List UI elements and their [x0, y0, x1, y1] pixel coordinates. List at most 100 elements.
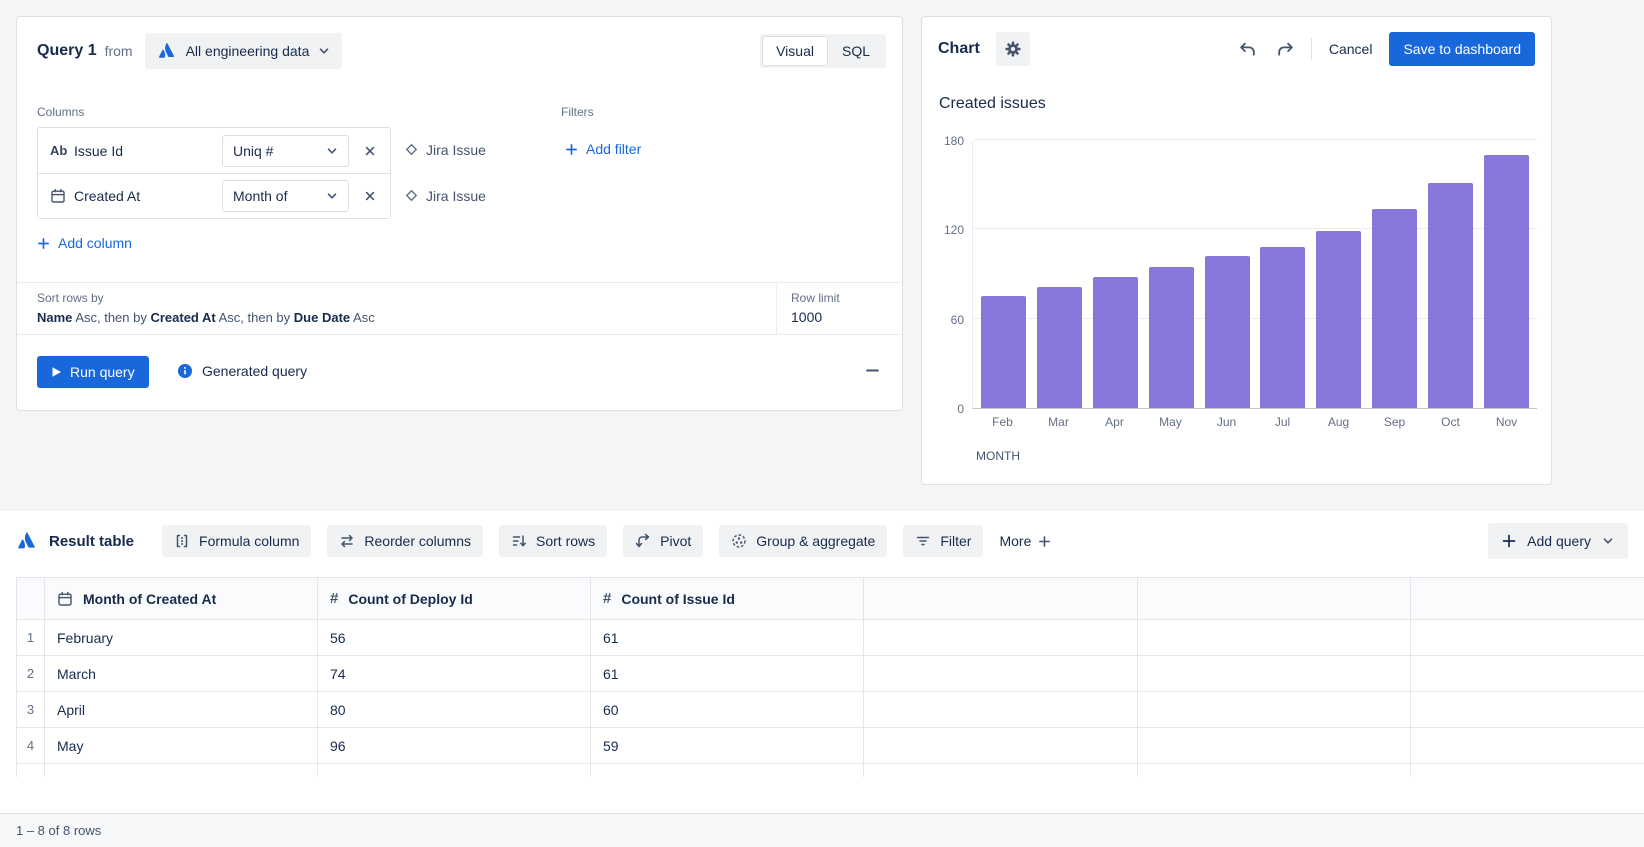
table-status-bar: 1 – 8 of 8 rows [0, 813, 1644, 847]
table-cell[interactable]: 58 [591, 764, 864, 778]
row-number: 4 [17, 728, 45, 764]
formula-column-icon [174, 533, 190, 549]
undo-icon [1238, 40, 1257, 59]
table-cell[interactable]: 96 [318, 728, 591, 764]
add-query-button[interactable]: Add query [1488, 523, 1628, 559]
bar-mar[interactable] [1037, 287, 1082, 408]
query-panel: Query 1 from All engineering data Visual… [16, 16, 903, 411]
column-header-label: Count of Deploy Id [348, 591, 472, 607]
chart-header: Chart Cancel Save to dashboard [938, 31, 1535, 67]
table-cell[interactable]: 60 [591, 692, 864, 728]
table-cell[interactable]: 56 [318, 620, 591, 656]
collapse-panel-button[interactable] [863, 361, 882, 380]
add-filter-button[interactable]: Add filter [565, 141, 641, 157]
divider [776, 283, 777, 334]
table-cell[interactable]: June [45, 764, 318, 778]
result-section: Result table Formula column Reorder colu… [0, 511, 1644, 847]
empty-cell [864, 620, 1138, 656]
aggregation-select[interactable]: Uniq # [222, 135, 349, 167]
datasource-dropdown[interactable]: All engineering data [145, 33, 343, 69]
table-row: 4May9659 [17, 728, 1644, 764]
gridline [973, 139, 1537, 140]
bar-feb[interactable] [981, 296, 1026, 408]
table-cell[interactable]: April [45, 692, 318, 728]
bar-sep[interactable] [1372, 209, 1417, 409]
plus-icon [565, 143, 578, 156]
chart-settings-button[interactable] [996, 32, 1030, 66]
column-header-label: Count of Issue Id [621, 591, 735, 607]
x-axis-tick-label: Feb [980, 415, 1025, 429]
x-axis-tick-label: Aug [1316, 415, 1361, 429]
column-source: Jira Issue [405, 127, 486, 172]
close-icon [364, 145, 376, 157]
sort-rows-label: Sort rows [536, 533, 595, 549]
tab-visual[interactable]: Visual [762, 36, 828, 66]
remove-column-button[interactable] [362, 143, 378, 159]
column-header[interactable]: #Count of Deploy Id [318, 578, 591, 620]
empty-cell [1411, 692, 1644, 728]
result-table-title: Result table [49, 533, 134, 550]
reorder-columns-label: Reorder columns [364, 533, 471, 549]
sort-rows-button[interactable]: Sort rows [499, 525, 607, 557]
more-button[interactable]: More [999, 533, 1051, 549]
chevron-down-icon [318, 45, 330, 57]
table-cell[interactable]: 74 [318, 656, 591, 692]
bar-nov[interactable] [1484, 155, 1529, 408]
query-columns-box: AbIssue IdUniq #Created AtMonth of [37, 127, 391, 219]
column-header[interactable]: Month of Created At [45, 578, 318, 620]
table-cell[interactable]: February [45, 620, 318, 656]
x-axis-tick-label: Nov [1484, 415, 1529, 429]
sort-description: Name Asc, then by Created At Asc, then b… [37, 310, 375, 325]
column-header[interactable]: # Count of Issue Id [591, 578, 864, 620]
column-name: Created At [74, 188, 222, 204]
table-cell[interactable]: 80 [318, 692, 591, 728]
pivot-button[interactable]: Pivot [623, 525, 703, 557]
table-cell[interactable]: May [45, 728, 318, 764]
table-cell[interactable]: 59 [591, 728, 864, 764]
aggregation-select[interactable]: Month of [222, 180, 349, 212]
tab-sql[interactable]: SQL [828, 36, 884, 66]
atlassian-logo-icon [16, 530, 38, 552]
table-cell[interactable]: March [45, 656, 318, 692]
add-column-button[interactable]: Add column [37, 235, 132, 251]
table-row: 5June10058 [17, 764, 1644, 778]
generated-query[interactable]: Generated query [177, 363, 307, 379]
save-to-dashboard-button[interactable]: Save to dashboard [1389, 32, 1535, 66]
query-column-row: Created AtMonth of [38, 173, 390, 218]
table-cell[interactable]: 61 [591, 656, 864, 692]
redo-icon [1276, 40, 1295, 59]
app-root: Query 1 from All engineering data Visual… [0, 0, 1644, 847]
reorder-columns-button[interactable]: Reorder columns [327, 525, 483, 557]
redo-button[interactable] [1273, 37, 1298, 62]
empty-cell [864, 764, 1138, 778]
number-type-icon: # [603, 590, 611, 607]
bar-may[interactable] [1149, 267, 1194, 408]
empty-cell [1411, 728, 1644, 764]
query-column-sources: Jira IssueJira Issue [405, 127, 486, 218]
more-label: More [999, 533, 1031, 549]
y-axis-tick-label: 60 [951, 313, 964, 327]
table-row: 2March7461 [17, 656, 1644, 692]
result-table-wrap[interactable]: Month of Created At#Count of Deploy Id#C… [16, 577, 1644, 777]
table-cell[interactable]: 61 [591, 620, 864, 656]
sort-row-limit-bar: Sort rows by Name Asc, then by Created A… [17, 282, 902, 335]
bar-jul[interactable] [1260, 247, 1305, 408]
row-limit-value[interactable]: 1000 [791, 309, 822, 325]
view-mode-toggle: Visual SQL [760, 34, 886, 68]
undo-button[interactable] [1235, 37, 1260, 62]
run-query-button[interactable]: Run query [37, 356, 149, 388]
bar-aug[interactable] [1316, 231, 1361, 408]
columns-label: Columns [37, 105, 84, 119]
formula-column-button[interactable]: Formula column [162, 525, 311, 557]
table-cell[interactable]: 100 [318, 764, 591, 778]
group-aggregate-button[interactable]: Group & aggregate [719, 525, 887, 557]
remove-column-button[interactable] [362, 188, 378, 204]
bar-jun[interactable] [1205, 256, 1250, 408]
cancel-button[interactable]: Cancel [1325, 41, 1377, 57]
bar-oct[interactable] [1428, 183, 1473, 408]
bar-apr[interactable] [1093, 277, 1138, 408]
empty-cell [864, 728, 1138, 764]
group-aggregate-label: Group & aggregate [756, 533, 875, 549]
add-query-label: Add query [1527, 533, 1591, 549]
filter-button[interactable]: Filter [903, 525, 983, 557]
